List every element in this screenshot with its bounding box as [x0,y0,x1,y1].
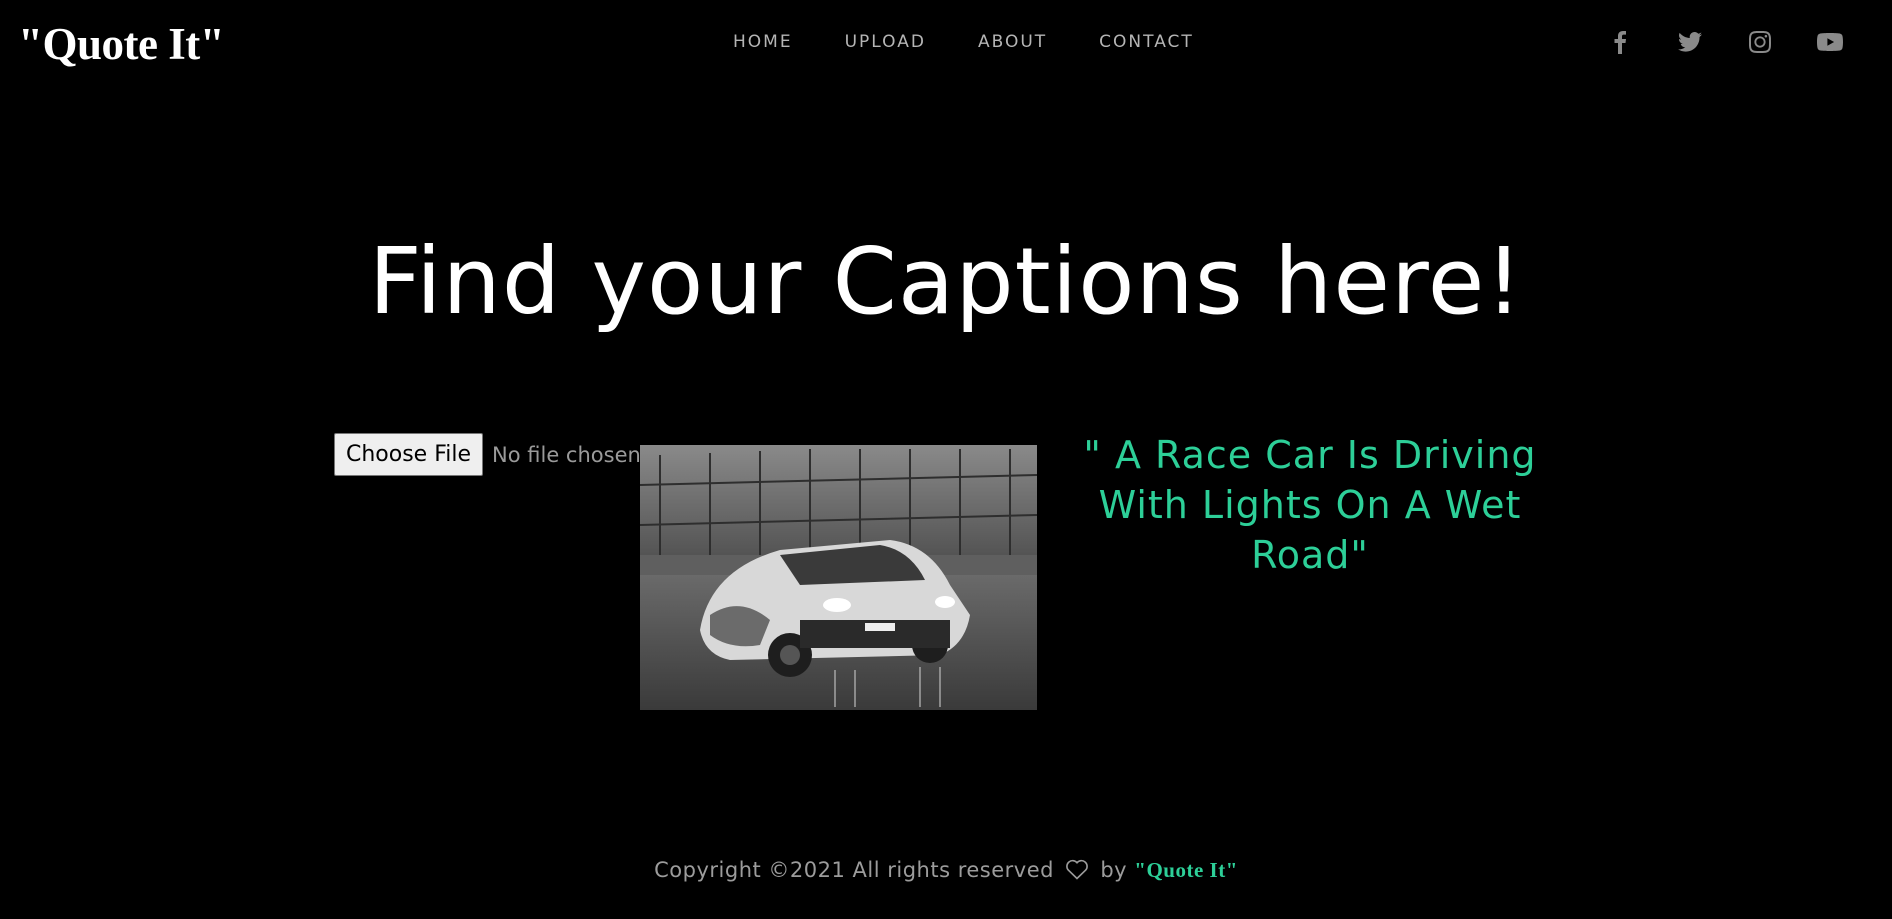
site-logo[interactable]: "Quote It" [18,18,225,70]
footer-by: by [1100,858,1128,882]
nav-about[interactable]: ABOUT [978,32,1047,52]
twitter-icon[interactable] [1676,28,1704,56]
nav-upload[interactable]: UPLOAD [845,32,926,52]
heart-icon [1065,859,1089,885]
page-title: Find your Captions here! [368,228,1524,335]
nav-contact[interactable]: CONTACT [1099,32,1194,52]
choose-file-button[interactable]: Choose File [334,433,484,476]
footer: Copyright ©2021 All rights reserved by "… [0,858,1892,885]
facebook-icon[interactable] [1606,28,1634,56]
main-nav: HOME UPLOAD ABOUT CONTACT [733,32,1246,52]
youtube-icon[interactable] [1816,28,1844,56]
footer-brand-link[interactable]: "Quote It" [1134,858,1238,882]
instagram-icon[interactable] [1746,28,1774,56]
uploaded-image [640,445,1037,710]
file-status: No file chosen [492,442,641,467]
copyright-text: Copyright ©2021 All rights reserved [654,858,1054,882]
social-links [1606,28,1844,56]
nav-home[interactable]: HOME [733,32,793,52]
file-upload: Choose File No file chosen [334,433,641,476]
race-car-photo [640,445,1037,710]
generated-caption: " A Race Car Is Driving With Lights On A… [1083,433,1537,577]
